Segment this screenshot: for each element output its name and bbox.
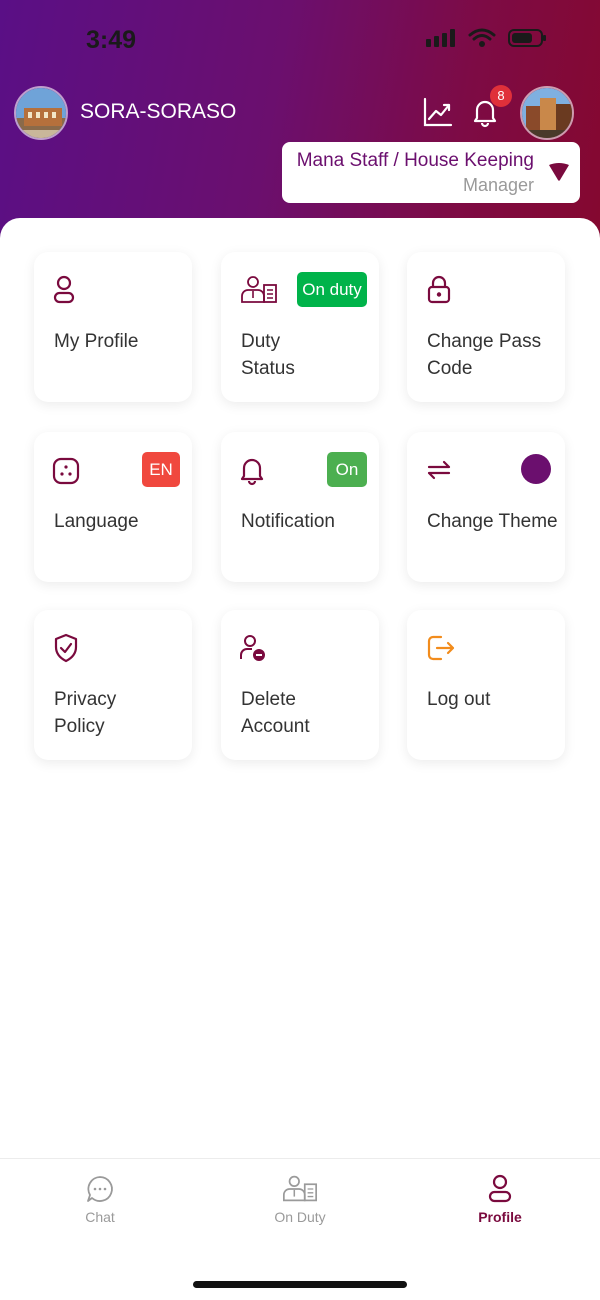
duty-status-label: Duty Status <box>241 331 295 379</box>
tab-profile[interactable]: Profile <box>440 1169 560 1239</box>
status-bar: 3:49 <box>0 0 600 80</box>
notification-status-badge: On <box>327 452 367 487</box>
signal-icon <box>426 29 455 47</box>
analytics-chart-icon[interactable] <box>422 96 454 128</box>
tab-chat-label: Chat <box>85 1209 115 1225</box>
bell-icon <box>240 458 264 486</box>
user-avatar[interactable] <box>520 86 574 140</box>
change-pass-code-label: Change Pass Code <box>427 331 542 379</box>
home-indicator <box>193 1281 407 1288</box>
notification-label: Notification <box>241 511 335 532</box>
language-card[interactable]: EN Language <box>34 432 192 582</box>
battery-icon <box>508 29 546 47</box>
chat-bubble-icon <box>87 1176 113 1202</box>
language-icon <box>52 457 80 485</box>
change-theme-card[interactable]: Change Theme <box>407 432 565 582</box>
person-icon <box>488 1174 512 1203</box>
user-photo <box>522 88 572 138</box>
duty-staff-icon <box>241 276 277 303</box>
privacy-policy-label: Privacy Policy <box>54 689 117 737</box>
shield-check-icon <box>54 633 78 663</box>
tab-on-duty[interactable]: On Duty <box>240 1169 360 1239</box>
notification-card[interactable]: On Notification <box>221 432 379 582</box>
privacy-policy-card[interactable]: Privacy Policy <box>34 610 192 760</box>
hotel-name: SORA-SORASO <box>80 100 237 123</box>
language-label: Language <box>54 511 139 532</box>
tab-chat[interactable]: Chat <box>40 1169 160 1239</box>
change-pass-code-card[interactable]: Change Pass Code <box>407 252 565 402</box>
notification-count-badge: 8 <box>490 85 512 107</box>
bottom-tab-bar: Chat On Duty Profile <box>0 1158 600 1300</box>
on-duty-badge: On duty <box>297 272 367 307</box>
change-theme-label: Change Theme <box>427 511 558 532</box>
hotel-avatar[interactable] <box>14 86 68 140</box>
department-selector[interactable]: Mana Staff / House Keeping Manager <box>282 142 580 203</box>
swap-arrows-icon <box>427 460 451 480</box>
logout-icon <box>427 635 455 661</box>
language-code-badge: EN <box>142 452 180 487</box>
person-icon <box>53 275 75 304</box>
my-profile-card[interactable]: My Profile <box>34 252 192 402</box>
tab-profile-label: Profile <box>478 1209 522 1225</box>
log-out-card[interactable]: Log out <box>407 610 565 760</box>
theme-color-swatch <box>521 454 551 484</box>
delete-account-label: Delete Account <box>241 689 310 737</box>
duty-status-card[interactable]: On duty Duty Status <box>221 252 379 402</box>
wifi-icon <box>468 28 496 47</box>
person-remove-icon <box>240 635 265 661</box>
my-profile-label: My Profile <box>54 331 139 352</box>
log-out-label: Log out <box>427 689 491 710</box>
department-title: Mana Staff / House Keeping <box>296 150 534 171</box>
hotel-photo <box>16 88 66 138</box>
status-time: 3:49 <box>86 26 137 54</box>
delete-account-card[interactable]: Delete Account <box>221 610 379 760</box>
status-icons <box>426 28 548 48</box>
role-label: Manager <box>462 175 534 195</box>
caret-down-icon <box>549 163 569 181</box>
lock-icon <box>427 275 451 304</box>
duty-staff-icon <box>282 1175 318 1202</box>
tab-on-duty-label: On Duty <box>274 1209 326 1225</box>
profile-sheet: My Profile On duty Duty Status Change Pa… <box>0 218 600 1160</box>
